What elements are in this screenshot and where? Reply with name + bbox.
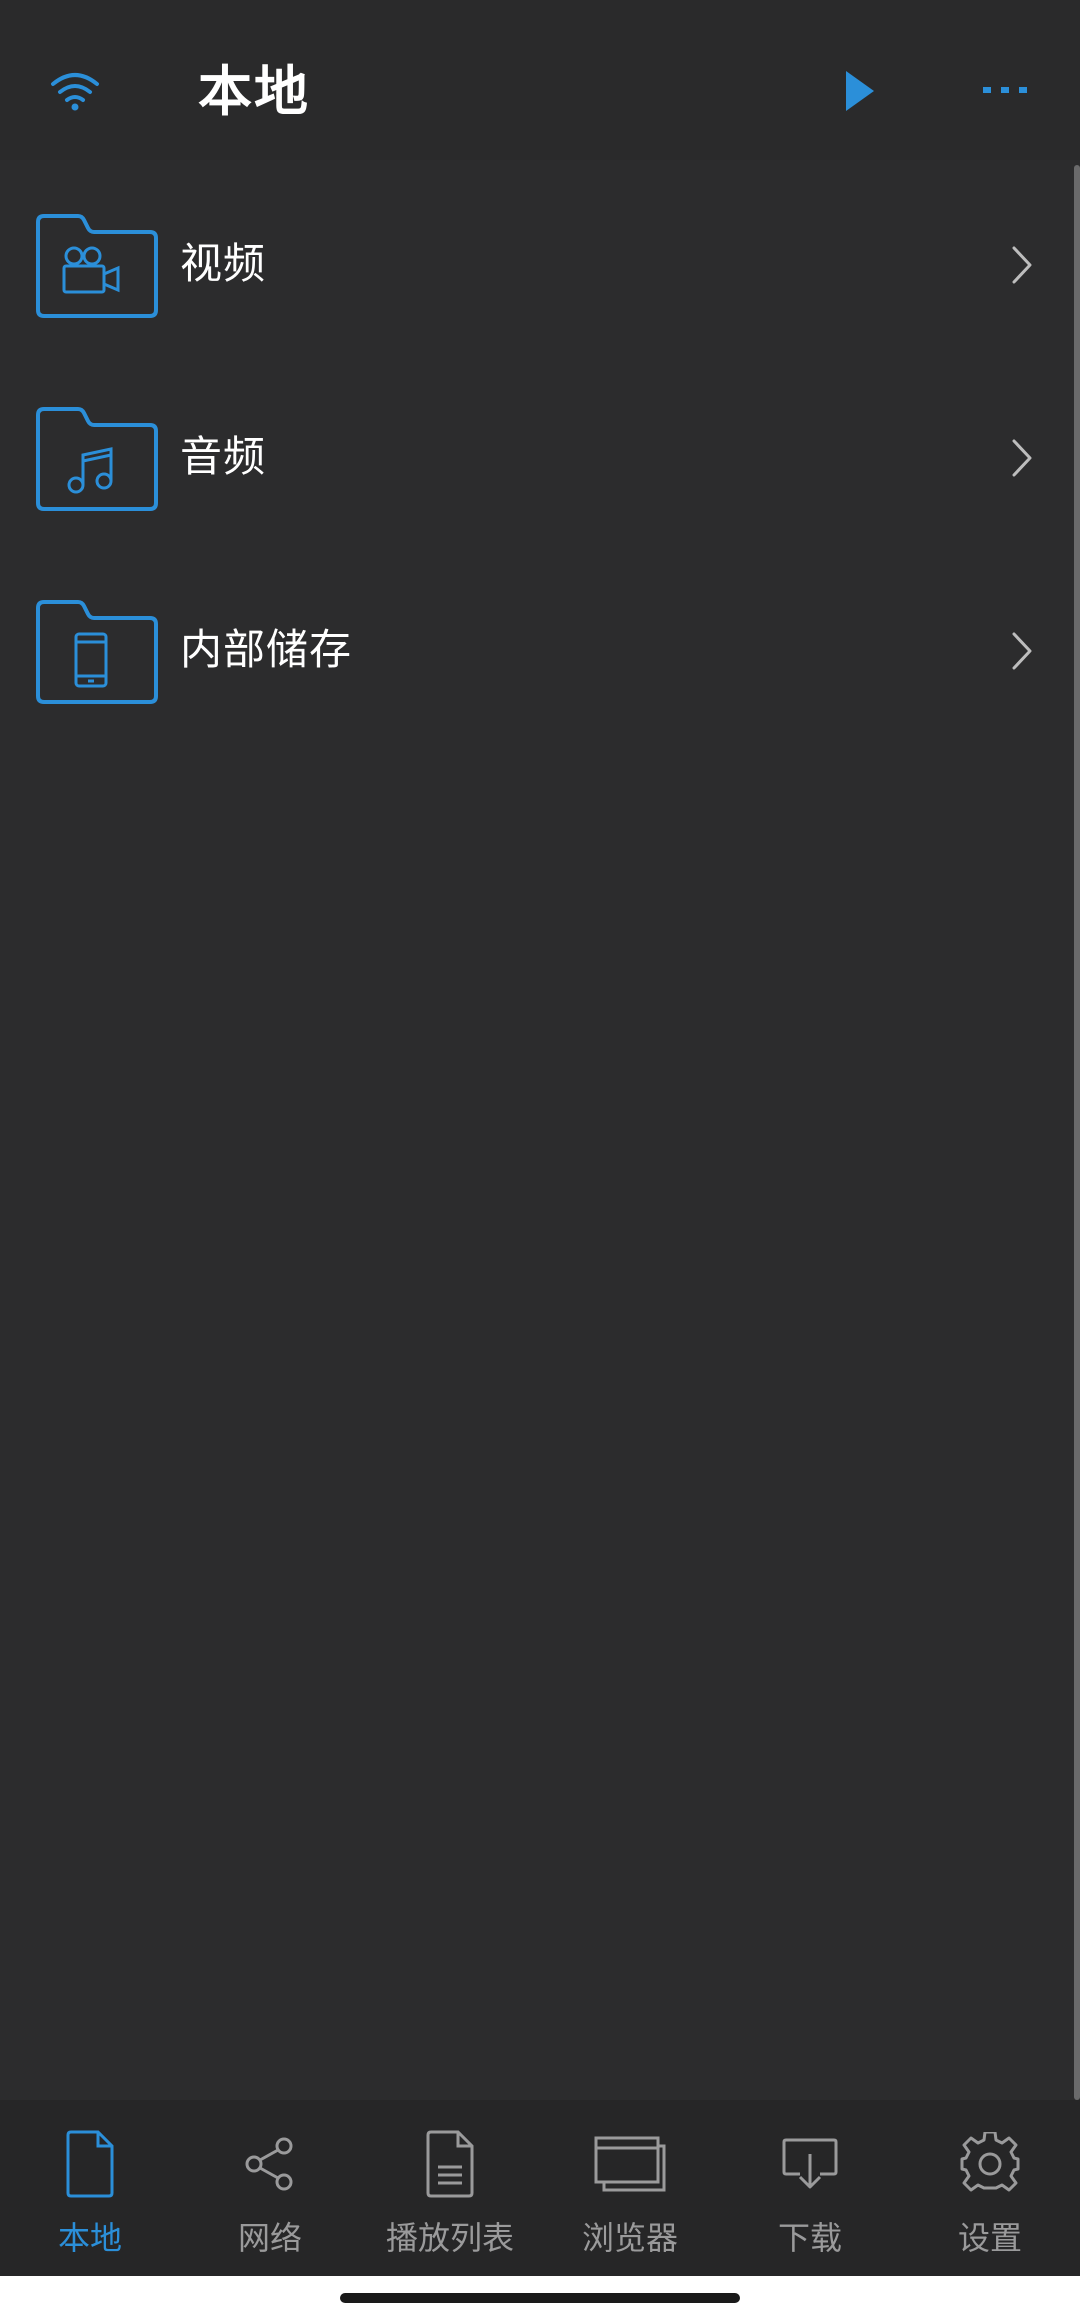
chevron-right-icon (1012, 632, 1032, 670)
gear-icon (950, 2124, 1030, 2204)
folder-label: 音频 (180, 432, 267, 481)
share-icon (230, 2124, 310, 2204)
playlist-icon (410, 2124, 490, 2204)
app-screen: 本地 视频 音频 内部储存 本地 网络 播放列表 浏览器 下载 设置 (0, 0, 1080, 2319)
tab-label: 下载 (777, 2219, 842, 2257)
folder-label: 内部储存 (180, 625, 353, 674)
list-item-audio[interactable]: 音频 (0, 393, 1080, 586)
folder-list: 视频 音频 内部储存 (0, 200, 1080, 779)
more-button[interactable] (970, 70, 1040, 110)
tab-browser[interactable]: 浏览器 (540, 2100, 720, 2276)
browser-icon (590, 2124, 670, 2204)
tab-label: 本地 (57, 2219, 122, 2257)
tab-label: 浏览器 (581, 2219, 678, 2257)
music-folder-icon (36, 407, 158, 511)
wifi-icon (51, 73, 99, 111)
download-icon (770, 2124, 850, 2204)
tab-download[interactable]: 下载 (720, 2100, 900, 2276)
tab-local[interactable]: 本地 (0, 2100, 180, 2276)
home-indicator[interactable] (340, 2293, 740, 2303)
chevron-right-icon (1012, 439, 1032, 477)
tab-label: 网络 (237, 2219, 302, 2257)
chevron-right-icon (1012, 246, 1032, 284)
more-dots-icon (983, 87, 1027, 93)
top-bar: 本地 (0, 0, 1080, 160)
phone-folder-icon (36, 600, 158, 704)
folder-label: 视频 (180, 239, 267, 288)
video-folder-icon (36, 214, 158, 318)
tab-network[interactable]: 网络 (180, 2100, 360, 2276)
list-item-internal-storage[interactable]: 内部储存 (0, 586, 1080, 779)
tab-label: 设置 (957, 2219, 1022, 2257)
play-button[interactable] (830, 58, 890, 124)
bottom-tab-bar: 本地 网络 播放列表 浏览器 下载 设置 (0, 2100, 1080, 2276)
document-icon (50, 2124, 130, 2204)
tab-playlist[interactable]: 播放列表 (360, 2100, 540, 2276)
wifi-button[interactable] (40, 60, 110, 120)
tab-settings[interactable]: 设置 (900, 2100, 1080, 2276)
list-item-video[interactable]: 视频 (0, 200, 1080, 393)
tab-label: 播放列表 (385, 2219, 514, 2257)
play-icon (846, 71, 874, 111)
page-title: 本地 (198, 60, 310, 123)
